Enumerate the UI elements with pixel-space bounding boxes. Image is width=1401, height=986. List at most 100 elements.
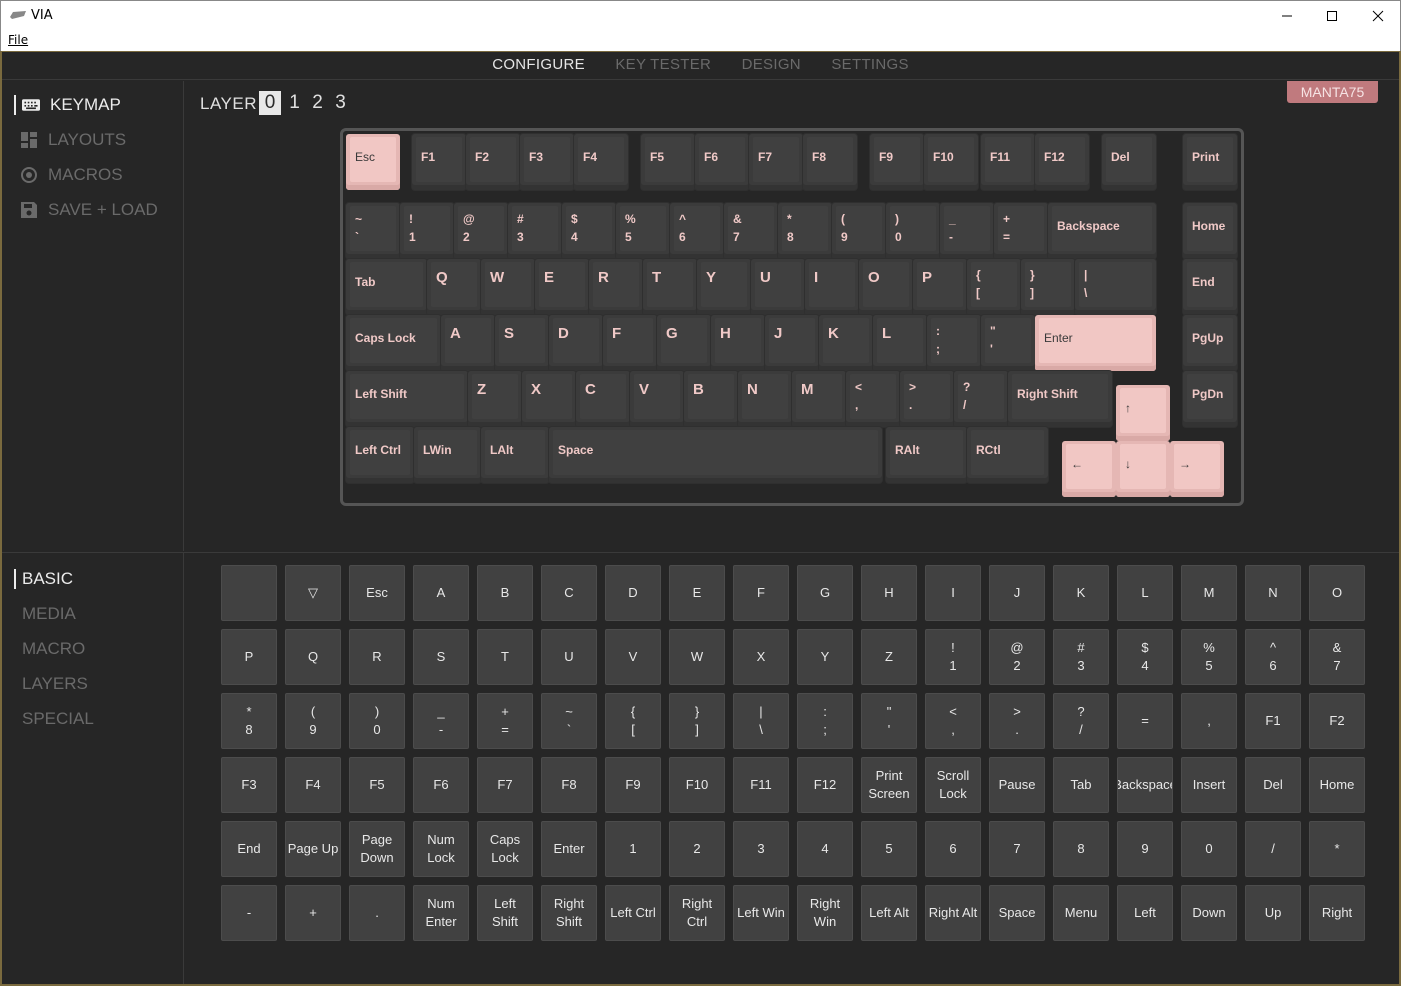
key-pgup[interactable]: PgUp [1183,315,1237,371]
key-right-shift[interactable]: Right Shift [1008,371,1112,427]
keycode-left-alt[interactable]: Left Alt [861,885,917,941]
key-s[interactable]: S [495,315,549,371]
keycode-y[interactable]: Y [797,629,853,685]
keycode-b[interactable]: B [477,565,533,621]
keycode-l[interactable]: L [1117,565,1173,621]
keycode-f11[interactable]: F11 [733,757,789,813]
keycode-sym[interactable]: = [1117,693,1173,749]
keycode-home[interactable]: Home [1309,757,1365,813]
key-q[interactable]: Q [427,259,481,315]
keycode-sym[interactable]: _ - [413,693,469,749]
keycode-9[interactable]: ( 9 [285,693,341,749]
keycode-sym[interactable]: + [285,885,341,941]
key-f10[interactable]: F10 [924,134,978,190]
menu-item-save-load[interactable]: SAVE + LOAD [14,199,158,221]
keycode-sym[interactable]: ~ ` [541,693,597,749]
keycode-insert[interactable]: Insert [1181,757,1237,813]
key-j[interactable]: J [765,315,819,371]
keycode-end[interactable]: End [221,821,277,877]
key-f3[interactable]: F3 [520,134,574,190]
keycode-f12[interactable]: F12 [797,757,853,813]
keycode-n[interactable]: N [1245,565,1301,621]
keycode-caps-lock[interactable]: Caps Lock [477,821,533,877]
keycode-0[interactable]: ) 0 [349,693,405,749]
file-menu[interactable]: File [8,33,28,47]
key-enter[interactable]: Enter [1035,315,1156,371]
key-esc[interactable]: Esc [346,134,400,190]
keycode-f1[interactable]: F1 [1245,693,1301,749]
layer-3-button[interactable]: 3 [329,91,352,115]
key-sym[interactable]: _ - [940,203,994,259]
key-sym[interactable]: " ' [981,315,1035,371]
key-c[interactable]: C [576,371,630,427]
key-l[interactable]: L [873,315,927,371]
keycode-sym[interactable]: / [1245,821,1301,877]
key-space[interactable]: Space [549,427,882,483]
key-6[interactable]: ^ 6 [670,203,724,259]
keycode-sym[interactable]: . [349,885,405,941]
key-n[interactable]: N [738,371,792,427]
key-z[interactable]: Z [468,371,522,427]
tab-settings[interactable]: SETTINGS [831,52,908,78]
keycode-d[interactable]: D [605,565,661,621]
key-sym[interactable]: → [1170,441,1224,497]
keycode-3[interactable]: 3 [733,821,789,877]
key-m[interactable]: M [792,371,846,427]
key-k[interactable]: K [819,315,873,371]
tab-configure[interactable]: CONFIGURE [492,52,585,78]
keycode-9[interactable]: 9 [1117,821,1173,877]
key-0[interactable]: ) 0 [886,203,940,259]
keycode-j[interactable]: J [989,565,1045,621]
keycode-z[interactable]: Z [861,629,917,685]
key-2[interactable]: @2 [454,203,508,259]
key-lalt[interactable]: LAlt [481,427,549,483]
keycode-left-win[interactable]: Left Win [733,885,789,941]
keycode-right-alt[interactable]: Right Alt [925,885,981,941]
category-macro[interactable]: MACRO [22,638,85,660]
maximize-button[interactable] [1309,1,1355,31]
keycode-r[interactable]: R [349,629,405,685]
keycode-a[interactable]: A [413,565,469,621]
key-f5[interactable]: F5 [641,134,695,190]
keycode-7[interactable]: & 7 [1309,629,1365,685]
keycode-sym[interactable]: ? / [1053,693,1109,749]
key-sym[interactable]: :; [927,315,981,371]
keycode-8[interactable]: 8 [1053,821,1109,877]
key-5[interactable]: % 5 [616,203,670,259]
key-p[interactable]: P [913,259,967,315]
key-e[interactable]: E [535,259,589,315]
keycode-4[interactable]: $ 4 [1117,629,1173,685]
keycode-2[interactable]: @ 2 [989,629,1045,685]
category-special[interactable]: SPECIAL [22,708,94,730]
key-t[interactable]: T [643,259,697,315]
keycode-sym[interactable]: > . [989,693,1045,749]
key-home[interactable]: Home [1183,203,1237,259]
keycode-q[interactable]: Q [285,629,341,685]
key-sym[interactable]: | \ [1075,259,1156,315]
keycode-h[interactable]: H [861,565,917,621]
keycode-sym[interactable]: ▽ [285,565,341,621]
keycode-v[interactable]: V [605,629,661,685]
menu-item-keymap[interactable]: KEYMAP [14,94,121,116]
keycode-s[interactable]: S [413,629,469,685]
key-x[interactable]: X [522,371,576,427]
key-d[interactable]: D [549,315,603,371]
close-button[interactable] [1355,1,1401,31]
keycode-sym[interactable]: : ; [797,693,853,749]
keycode-right-ctrl[interactable]: Right Ctrl [669,885,725,941]
key-1[interactable]: ! 1 [400,203,454,259]
keycode-page-down[interactable]: Page Down [349,821,405,877]
keycode-right-shift[interactable]: Right Shift [541,885,597,941]
tab-key-tester[interactable]: KEY TESTER [615,52,711,78]
keycode-backspace[interactable]: Backspace [1117,757,1173,813]
keycode-6[interactable]: 6 [925,821,981,877]
layer-2-button[interactable]: 2 [306,91,329,115]
keycode-left[interactable]: Left [1117,885,1173,941]
keycode-left-ctrl[interactable]: Left Ctrl [605,885,661,941]
key-v[interactable]: V [630,371,684,427]
keycode-print-screen[interactable]: Print Screen [861,757,917,813]
key-sym[interactable]: ↓ [1116,441,1170,497]
key-sym[interactable]: >. [900,371,954,427]
keycode-sym[interactable]: | \ [733,693,789,749]
key-y[interactable]: Y [697,259,751,315]
